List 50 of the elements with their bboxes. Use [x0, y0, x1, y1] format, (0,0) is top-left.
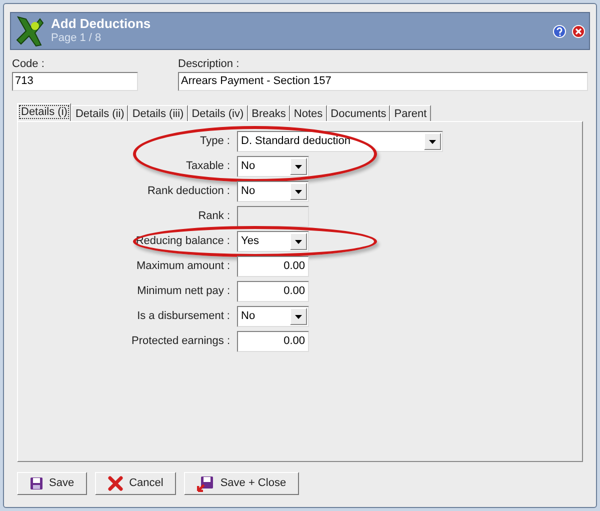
field-label: Is a disbursement : [136, 309, 231, 324]
field-label: Description : [178, 57, 240, 72]
caret-icon [295, 190, 302, 194]
field-label: Rank : [197, 209, 231, 224]
action-button[interactable]: Save [17, 472, 88, 495]
action-button[interactable]: Save + Close [184, 472, 300, 495]
close-icon[interactable] [572, 24, 585, 38]
dropdown-field[interactable]: No [237, 156, 309, 177]
tab[interactable]: Breaks [248, 105, 290, 121]
caret-icon [429, 140, 436, 144]
dropdown-button[interactable] [290, 158, 307, 175]
tab[interactable]: Details (iii) [128, 105, 188, 121]
caret-icon [295, 240, 302, 244]
tab[interactable]: Details (iv) [188, 105, 248, 121]
action-button[interactable]: Cancel [95, 472, 176, 495]
dropdown-button[interactable] [424, 133, 441, 150]
field-label: Protected earnings : [130, 334, 231, 350]
dropdown-button[interactable] [290, 233, 307, 250]
tab[interactable]: Parent [390, 105, 431, 121]
field-label: Code : [12, 57, 46, 72]
field-label: Reducing balance : [134, 234, 231, 250]
caret-icon [295, 164, 302, 168]
field-label: Type : [199, 134, 231, 150]
tab[interactable]: Details (ii) [71, 105, 128, 121]
help-icon[interactable] [553, 24, 566, 38]
text-field[interactable]: Arrears Payment - Section 157 [178, 72, 588, 91]
dropdown-field[interactable]: D. Standard deduction [237, 131, 443, 152]
field-label: Taxable : [184, 159, 231, 174]
text-field[interactable]: 713 [12, 72, 138, 91]
number-field[interactable]: 0.00 [237, 256, 309, 277]
dropdown-field[interactable]: No [237, 306, 309, 327]
tab[interactable]: Documents [326, 105, 390, 121]
page-indicator: Page 1 / 8 [51, 32, 102, 46]
field-label: Maximum amount : [135, 259, 231, 274]
field-label: Rank deduction : [146, 184, 231, 200]
dropdown-field[interactable]: Yes [237, 231, 309, 252]
floppy-arrow-icon [197, 476, 214, 492]
tab[interactable]: Notes [290, 105, 327, 121]
field-label: Minimum nett pay : [136, 284, 231, 300]
cross-icon [108, 476, 124, 491]
number-field[interactable]: 0.00 [237, 281, 309, 302]
dropdown-button[interactable] [290, 308, 307, 325]
dropdown-button[interactable] [290, 183, 307, 200]
window-title: Add Deductions [51, 16, 152, 32]
caret-icon [295, 314, 302, 318]
disabled-field [237, 206, 309, 227]
number-field[interactable]: 0.00 [237, 331, 309, 352]
dropdown-field[interactable]: No [237, 181, 309, 202]
tab[interactable]: Details (i) [17, 103, 72, 121]
app-logo-icon [15, 15, 45, 47]
